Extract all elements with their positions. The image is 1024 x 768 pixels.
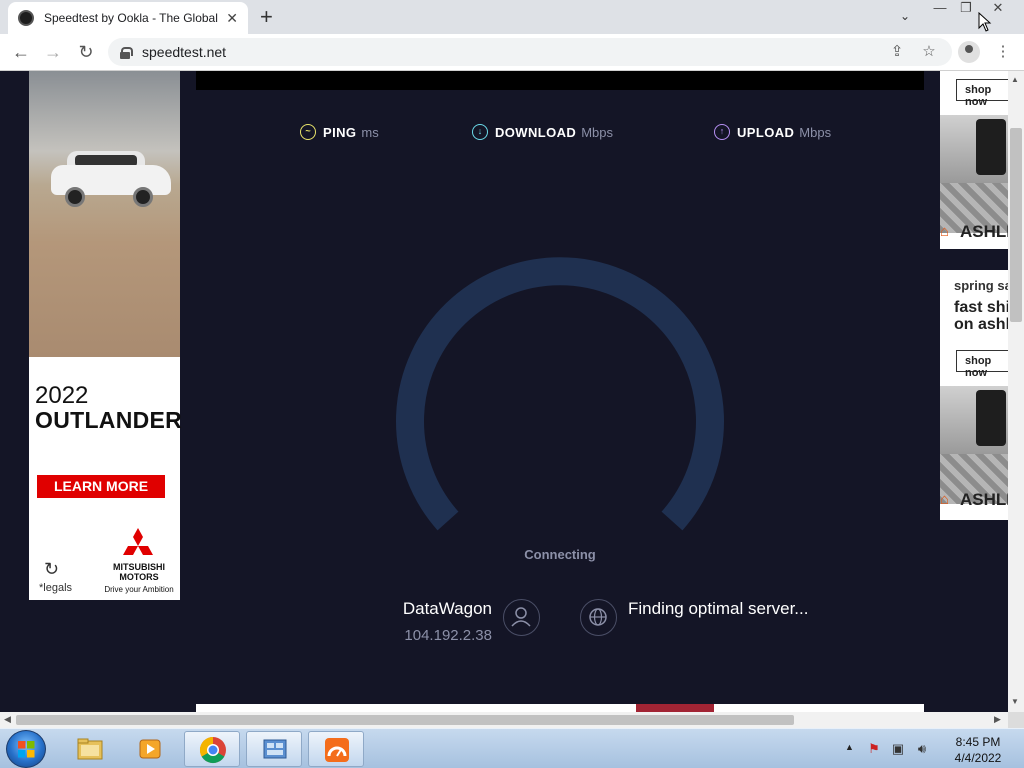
ping-icon: ~ xyxy=(300,124,316,140)
scroll-right-arrow-icon[interactable]: ▶ xyxy=(994,714,1001,725)
taskbar-media-player[interactable] xyxy=(122,731,178,767)
learn-more-button[interactable]: LEARN MORE xyxy=(37,475,165,498)
ashley-home-icon: ⌂ xyxy=(940,491,950,508)
tab-title: Speedtest by Ookla - The Global xyxy=(44,11,218,25)
ad-on-ashley-text: on ashley xyxy=(954,316,1008,333)
ad-spring-text: spring sale xyxy=(954,278,1008,293)
forward-button[interactable]: → xyxy=(42,41,64,63)
ping-label: PING xyxy=(323,124,357,140)
tab-close-icon[interactable]: ✕ xyxy=(226,10,238,27)
ad-fast-text: fast shipping xyxy=(954,299,1008,316)
mouse-cursor-icon xyxy=(978,12,992,32)
start-button[interactable] xyxy=(6,730,46,768)
system-clock[interactable]: 8:45 PM 4/4/2022 xyxy=(938,734,1018,766)
vertical-scroll-thumb[interactable] xyxy=(1010,128,1022,322)
volume-icon[interactable]: 🔊︎ xyxy=(914,741,930,757)
clock-date: 4/4/2022 xyxy=(954,751,1002,765)
tab-search-icon[interactable]: ⌄ xyxy=(895,9,915,25)
right-ad-top[interactable]: shop now ⌂ ASHLEY xyxy=(940,71,1008,249)
speedtest-favicon-icon xyxy=(18,10,34,26)
share-icon[interactable]: ⇪ xyxy=(886,41,908,63)
url-text: speedtest.net xyxy=(142,44,227,60)
browser-menu-icon[interactable]: ⋮ xyxy=(992,41,1014,63)
tray-expand-icon[interactable]: ▲ xyxy=(845,742,854,752)
taskbar-speedtest[interactable] xyxy=(308,731,364,767)
legals-link[interactable]: *legals xyxy=(39,582,72,594)
scroll-up-arrow-icon[interactable]: ▲ xyxy=(1011,75,1019,84)
lock-icon xyxy=(120,46,133,59)
media-player-icon xyxy=(139,739,161,759)
horizontal-scrollbar[interactable]: ◀ ▶ xyxy=(0,712,1008,728)
brand-tagline: Drive your Ambition xyxy=(104,585,174,594)
upload-label: UPLOAD xyxy=(737,124,795,140)
download-label: DOWNLOAD xyxy=(495,124,577,140)
clock-time: 8:45 PM xyxy=(955,735,1001,749)
ping-metric: ~ PING ms xyxy=(300,124,379,140)
isp-name: DataWagon xyxy=(402,599,492,618)
shop-now-button[interactable]: shop now xyxy=(956,350,1008,379)
speedtest-app-icon xyxy=(325,738,349,762)
download-icon: ↓ xyxy=(472,124,488,140)
network-icon[interactable]: ▣ xyxy=(890,741,906,757)
ad-brand: ASHLEY xyxy=(960,222,1008,241)
isp-ip: 104.192.2.38 xyxy=(404,627,492,644)
shop-now-button[interactable]: shop now xyxy=(956,79,1008,108)
window-restore-button[interactable]: ❐ xyxy=(956,0,976,18)
chrome-icon xyxy=(199,736,226,764)
action-center-icon[interactable]: ⚑ xyxy=(866,741,882,757)
download-unit: Mbps xyxy=(581,124,613,140)
upload-icon: ↑ xyxy=(714,124,730,140)
user-icon xyxy=(503,599,540,636)
server-status: Finding optimal server... xyxy=(628,599,809,618)
taskbar-control-panel[interactable] xyxy=(246,731,302,767)
windows-taskbar: ▲ ⚑ ▣ 🔊︎ 8:45 PM 4/4/2022 xyxy=(0,728,1024,768)
window-minimize-button[interactable]: — xyxy=(930,0,950,18)
browser-tab-bar: Speedtest by Ookla - The Global ✕ + ⌄ — … xyxy=(0,0,1024,34)
control-panel-icon xyxy=(263,739,287,759)
globe-icon[interactable] xyxy=(580,599,617,636)
browser-tab[interactable]: Speedtest by Ookla - The Global ✕ xyxy=(8,2,248,34)
page-content: 2022 OUTLANDER LEARN MORE ↻ *legals MITS… xyxy=(0,71,1008,712)
scroll-down-arrow-icon[interactable]: ▼ xyxy=(1011,697,1019,706)
ping-unit: ms xyxy=(361,124,379,140)
connection-status: Connecting xyxy=(524,547,596,562)
ad-year: 2022 xyxy=(35,382,89,409)
right-ad-bottom[interactable]: spring sale fast shipping on ashley shop… xyxy=(940,270,1008,520)
windows-logo-icon xyxy=(18,741,35,758)
browser-toolbar: ← → ↻ speedtest.net ⇪ ☆ ⋮ xyxy=(0,34,1024,71)
taskbar-chrome[interactable] xyxy=(184,731,240,767)
upload-unit: Mbps xyxy=(799,124,832,140)
download-metric: ↓ DOWNLOAD Mbps xyxy=(472,124,613,140)
upload-metric: ↑ UPLOAD Mbps xyxy=(714,124,831,140)
bottom-banner-ad[interactable] xyxy=(196,704,924,712)
horizontal-scroll-thumb[interactable] xyxy=(16,715,794,725)
vertical-scrollbar[interactable]: ▲ ▼ xyxy=(1008,71,1024,712)
ad-brand: ASHLEY xyxy=(960,490,1008,509)
ashley-home-icon: ⌂ xyxy=(940,223,950,240)
taskbar-explorer[interactable] xyxy=(62,731,118,767)
brand-name-line2: MOTORS xyxy=(119,572,159,582)
back-button[interactable]: ← xyxy=(10,41,32,63)
refresh-icon[interactable]: ↻ xyxy=(44,559,59,580)
bookmark-star-icon[interactable]: ☆ xyxy=(918,41,940,63)
profile-avatar[interactable] xyxy=(958,41,980,63)
speed-gauge xyxy=(396,257,724,531)
left-ad-outlander[interactable]: 2022 OUTLANDER LEARN MORE ↻ *legals MITS… xyxy=(29,71,183,600)
appliance-image xyxy=(940,386,1008,454)
car-photo xyxy=(29,71,180,357)
top-banner-ad[interactable] xyxy=(196,71,924,90)
scroll-left-arrow-icon[interactable]: ◀ xyxy=(4,714,11,725)
new-tab-button[interactable]: + xyxy=(260,6,273,28)
mitsubishi-logo-icon xyxy=(123,528,153,555)
reload-button[interactable]: ↻ xyxy=(75,41,97,63)
brand-name-line1: MITSUBISHI xyxy=(112,562,165,572)
brand-name: MITSUBISHI MOTORS xyxy=(107,562,171,582)
appliance-image xyxy=(940,115,1008,183)
scrollbar-corner xyxy=(1008,712,1024,728)
car-image xyxy=(51,151,171,207)
ad-model: OUTLANDER xyxy=(35,407,183,433)
address-bar[interactable]: speedtest.net xyxy=(108,38,952,66)
folder-icon xyxy=(77,738,103,760)
